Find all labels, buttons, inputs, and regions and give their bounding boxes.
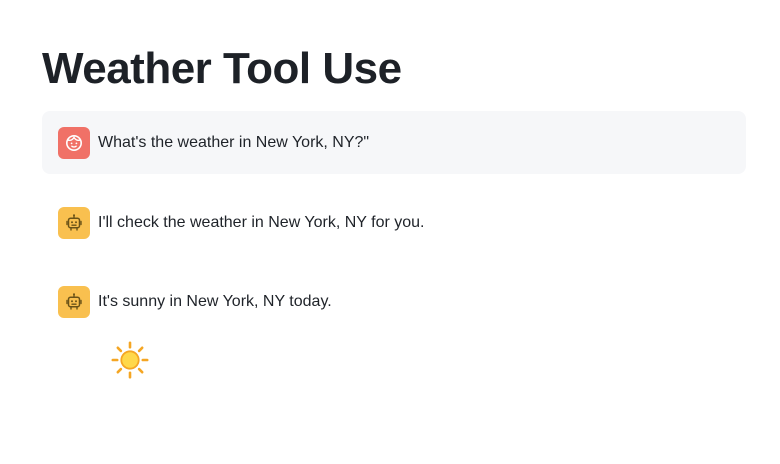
robot-icon — [66, 293, 82, 310]
page-title: Weather Tool Use — [42, 44, 402, 93]
assistant-message: It's sunny in New York, NY today. — [42, 285, 746, 319]
user-face-icon — [66, 134, 82, 151]
assistant-message-text: It's sunny in New York, NY today. — [98, 293, 332, 310]
robot-icon — [66, 214, 82, 231]
sun-icon — [111, 341, 149, 379]
user-message-text: What's the weather in New York, NY?" — [98, 133, 370, 151]
assistant-avatar — [58, 286, 90, 318]
assistant-message-text: I'll check the weather in New York, NY f… — [98, 214, 425, 231]
chat-page: Weather Tool Use What's the weather in N… — [0, 0, 780, 464]
user-avatar — [58, 126, 90, 159]
assistant-message: I'll check the weather in New York, NY f… — [42, 206, 746, 240]
user-message: What's the weather in New York, NY?" — [42, 111, 746, 174]
assistant-avatar — [58, 207, 90, 239]
